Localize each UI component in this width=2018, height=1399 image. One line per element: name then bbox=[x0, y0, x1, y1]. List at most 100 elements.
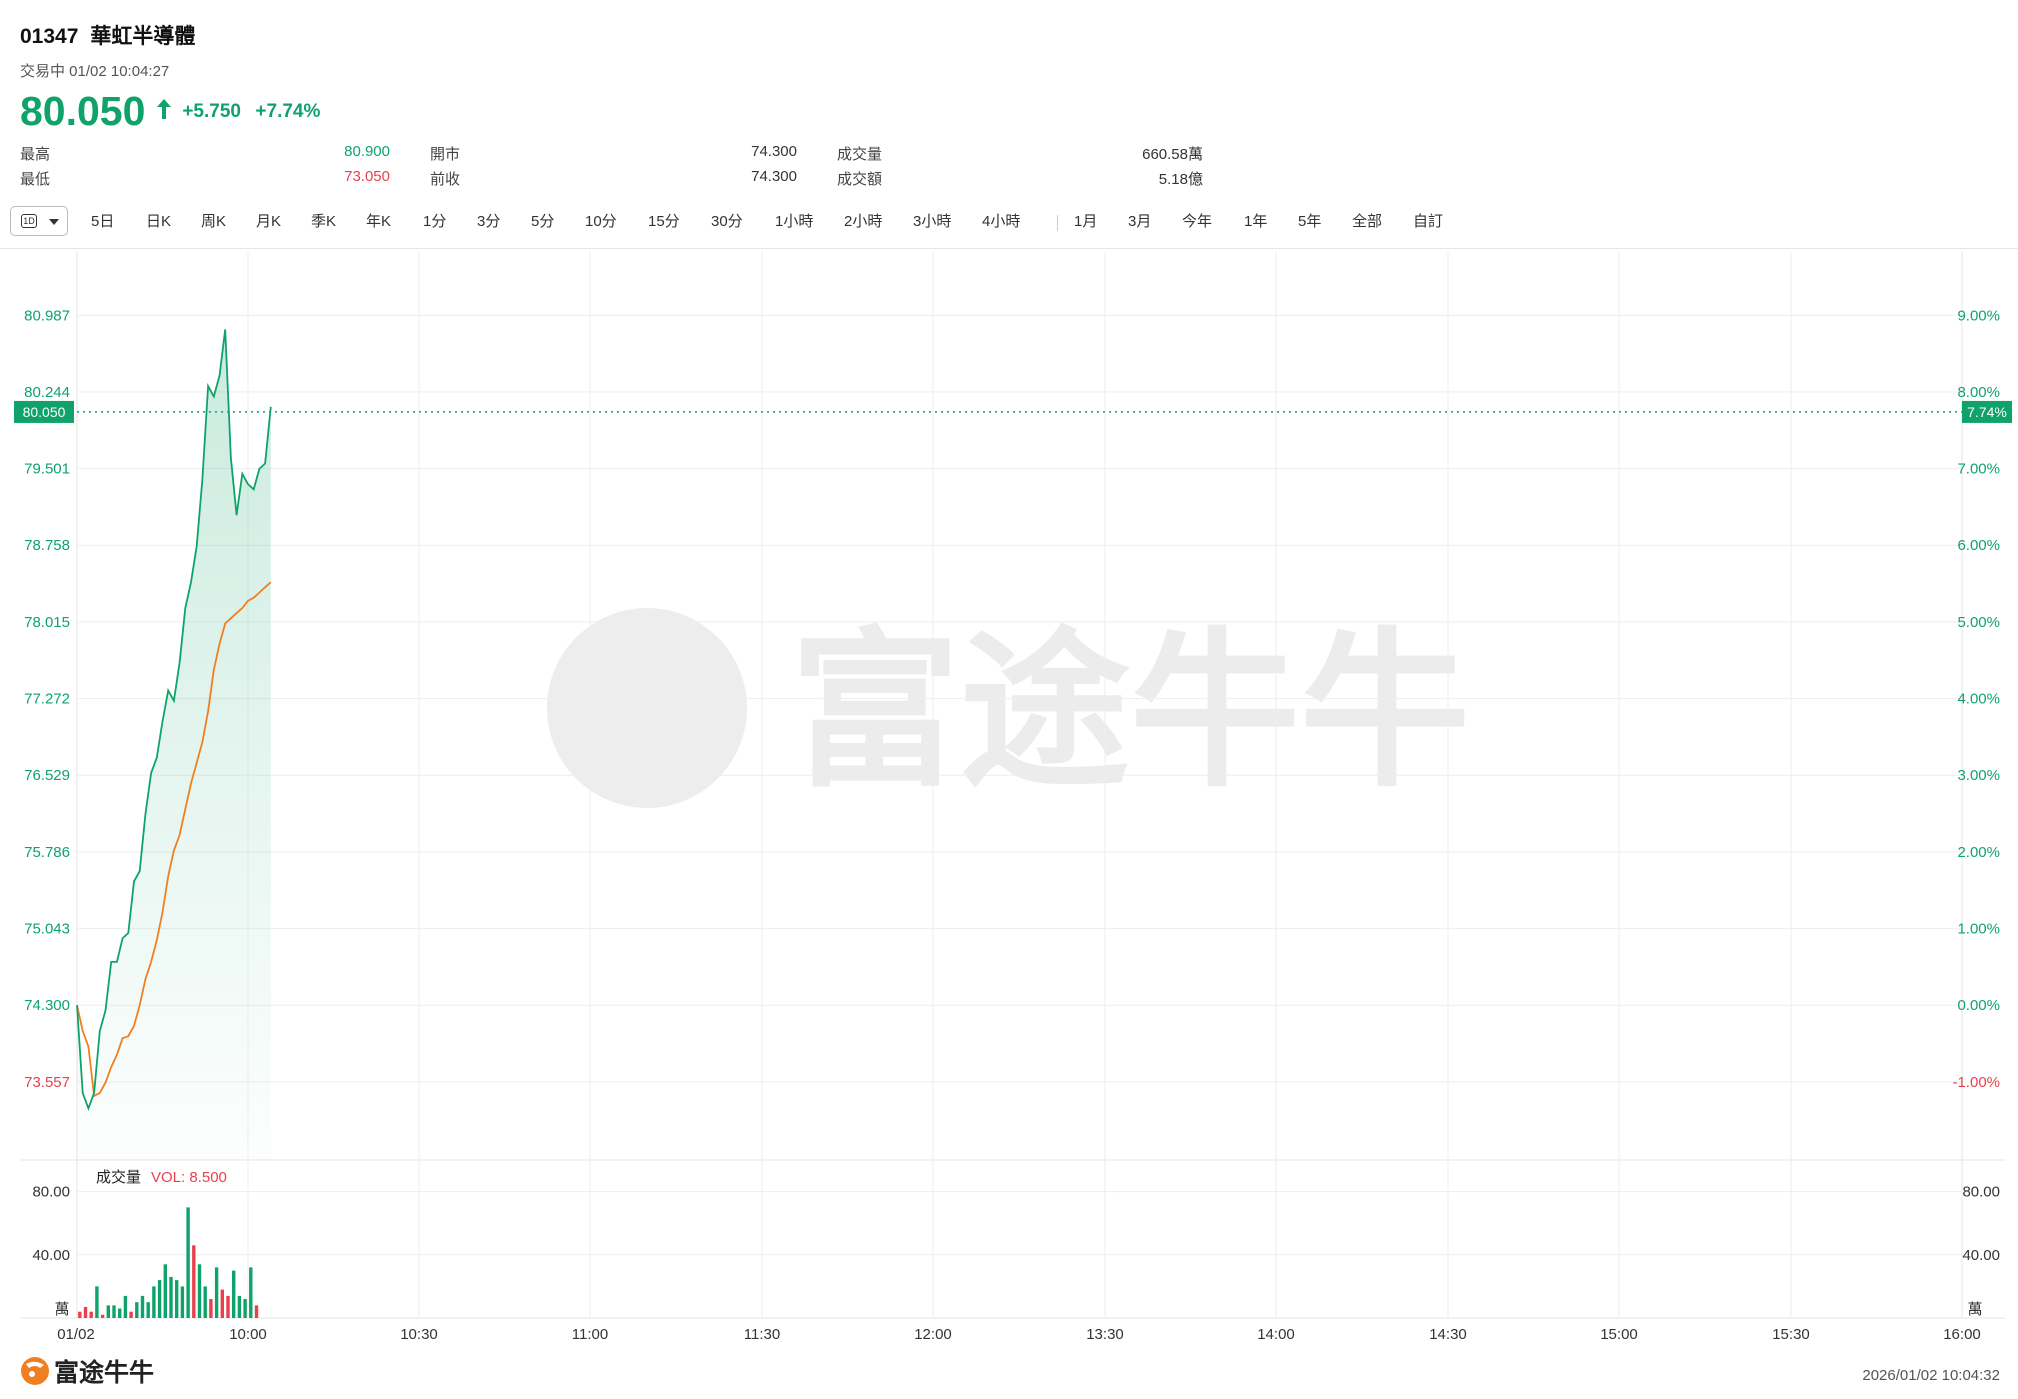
period-weekly-k[interactable]: 周K bbox=[201, 206, 226, 238]
period-10min[interactable]: 10分 bbox=[585, 206, 617, 238]
stock-code: 01347 bbox=[20, 25, 79, 48]
snapshot-timestamp: 2026/01/02 10:04:32 bbox=[1862, 1367, 2000, 1384]
volume-bar bbox=[186, 1207, 190, 1318]
range-5y[interactable]: 5年 bbox=[1298, 206, 1321, 238]
chevron-down-icon bbox=[49, 219, 59, 225]
volume-tick-left: 40.00 bbox=[32, 1247, 70, 1264]
volume-bar bbox=[152, 1286, 156, 1318]
y-tick-label-right: 7.00% bbox=[1957, 461, 2000, 478]
y-tick-label-right: 2.00% bbox=[1957, 844, 2000, 861]
period-2hour[interactable]: 2小時 bbox=[844, 206, 882, 238]
y-tick-label-right: 5.00% bbox=[1957, 614, 2000, 631]
volume-bar bbox=[249, 1267, 253, 1318]
period-select[interactable]: 1D bbox=[10, 206, 68, 236]
volume-bar bbox=[209, 1299, 213, 1318]
volume-bar bbox=[135, 1302, 139, 1318]
selected-period: 1D bbox=[21, 214, 37, 228]
brand-logo: 富途牛牛 bbox=[20, 1353, 154, 1387]
period-1hour[interactable]: 1小時 bbox=[775, 206, 813, 238]
range-ytd[interactable]: 今年 bbox=[1182, 206, 1212, 238]
period-daily-k[interactable]: 日K bbox=[146, 206, 171, 238]
volume-bar bbox=[100, 1314, 105, 1318]
period-3hour[interactable]: 3小時 bbox=[913, 206, 951, 238]
y-tick-label-left: 73.557 bbox=[24, 1074, 70, 1091]
volume-bar bbox=[163, 1264, 167, 1318]
stat-volume-value: 660.58萬 bbox=[1142, 146, 1203, 163]
up-arrow-icon bbox=[156, 98, 172, 125]
price-row: 80.050 +5.750 +7.74% bbox=[20, 88, 330, 138]
y-tick-label-right: -1.00% bbox=[1952, 1074, 2000, 1091]
volume-bar bbox=[197, 1264, 202, 1318]
x-tick-label: 13:30 bbox=[1086, 1326, 1124, 1343]
period-30min[interactable]: 30分 bbox=[711, 206, 743, 238]
period-15min[interactable]: 15分 bbox=[648, 206, 680, 238]
volume-bar bbox=[157, 1280, 162, 1318]
y-tick-label-left: 75.786 bbox=[24, 844, 70, 861]
volume-bar bbox=[95, 1286, 99, 1318]
volume-bar bbox=[254, 1305, 259, 1318]
watermark-text: 富途牛牛 bbox=[790, 617, 1470, 807]
volume-bar bbox=[146, 1302, 150, 1318]
period-1min[interactable]: 1分 bbox=[423, 206, 446, 238]
period-3min[interactable]: 3分 bbox=[477, 206, 500, 238]
x-tick-label: 15:00 bbox=[1600, 1326, 1638, 1343]
x-tick-label: 01/02 bbox=[57, 1326, 95, 1343]
volume-bar bbox=[112, 1305, 116, 1318]
volume-bar bbox=[106, 1305, 110, 1318]
period-5d[interactable]: 5日 bbox=[91, 206, 114, 238]
x-tick-label: 12:00 bbox=[914, 1326, 952, 1343]
volume-tick-right: 40.00 bbox=[1962, 1247, 2000, 1264]
volume-bar bbox=[226, 1295, 230, 1318]
y-tick-label-right: 4.00% bbox=[1957, 691, 2000, 708]
volume-bar bbox=[123, 1295, 128, 1318]
y-tick-label-left: 79.501 bbox=[24, 461, 70, 478]
period-monthly-k[interactable]: 月K bbox=[256, 206, 281, 238]
y-tick-label-left: 77.272 bbox=[24, 691, 70, 708]
y-tick-label-right: 1.00% bbox=[1957, 921, 2000, 938]
y-tick-label-right: 8.00% bbox=[1957, 384, 2000, 401]
stock-name: 華虹半導體 bbox=[90, 25, 196, 48]
period-toolbar: 1D 5日 日K 周K 月K 季K 年K 1分 3分 5分 10分 15分 30… bbox=[10, 206, 2010, 238]
y-tick-label-left: 75.043 bbox=[24, 921, 70, 938]
toolbar-divider bbox=[1057, 215, 1058, 231]
x-tick-label: 11:30 bbox=[744, 1326, 780, 1343]
y-tick-label-left: 80.244 bbox=[24, 384, 70, 401]
volume-bar bbox=[175, 1280, 179, 1318]
volume-bar bbox=[140, 1295, 145, 1318]
chart-axes: 01/02 10:00 10:30 11:00 11:30 12:00 13:30 14:00… bbox=[24, 307, 2000, 1343]
period-5min[interactable]: 5分 bbox=[531, 206, 554, 238]
stock-title: 01347 華虹半導體 bbox=[20, 20, 207, 50]
last-price: 80.050 bbox=[20, 88, 146, 134]
stat-high-label: 最高 bbox=[20, 146, 51, 163]
range-custom[interactable]: 自訂 bbox=[1413, 206, 1443, 238]
volume-value-label: VOL: 8.500 bbox=[151, 1169, 227, 1186]
period-quarterly-k[interactable]: 季K bbox=[311, 206, 336, 238]
range-1m[interactable]: 1月 bbox=[1074, 206, 1097, 238]
period-yearly-k[interactable]: 年K bbox=[366, 206, 391, 238]
range-1y[interactable]: 1年 bbox=[1244, 206, 1267, 238]
last-pct-tag-text: 7.74% bbox=[1967, 404, 2007, 420]
x-tick-label: 10:30 bbox=[400, 1326, 438, 1343]
stat-volume-label: 成交量 bbox=[837, 146, 883, 163]
volume-bar bbox=[180, 1286, 185, 1318]
range-3m[interactable]: 3月 bbox=[1128, 206, 1151, 238]
volume-bar bbox=[129, 1311, 133, 1318]
volume-unit-left: 萬 bbox=[54, 1301, 69, 1318]
volume-bar bbox=[169, 1276, 173, 1318]
stat-low-label: 最低 bbox=[20, 171, 51, 188]
period-4hour[interactable]: 4小時 bbox=[982, 206, 1020, 238]
stat-prevclose-value: 74.300 bbox=[751, 168, 797, 185]
intraday-chart[interactable]: 富途牛牛 01/02 10:00 10:30 11:00 11:30 12:00 13:30… bbox=[0, 250, 2018, 1350]
volume-bar bbox=[118, 1308, 122, 1318]
stat-turnover-value: 5.18億 bbox=[1158, 171, 1203, 188]
toolbar-separator bbox=[0, 248, 2018, 249]
stat-low-value: 73.050 bbox=[344, 168, 390, 185]
volume-bar bbox=[220, 1289, 224, 1318]
volume-tick-left: 80.00 bbox=[32, 1184, 70, 1201]
volume-unit-right: 萬 bbox=[1967, 1301, 1982, 1318]
quote-header: 01347 華虹半導體 交易中 01/02 10:04:27 80.050 +5.… bbox=[0, 0, 2018, 200]
volume-bar bbox=[237, 1295, 242, 1318]
range-all[interactable]: 全部 bbox=[1352, 206, 1382, 238]
stat-turnover-label: 成交額 bbox=[837, 171, 883, 188]
y-tick-label-right: 3.00% bbox=[1957, 767, 2000, 784]
